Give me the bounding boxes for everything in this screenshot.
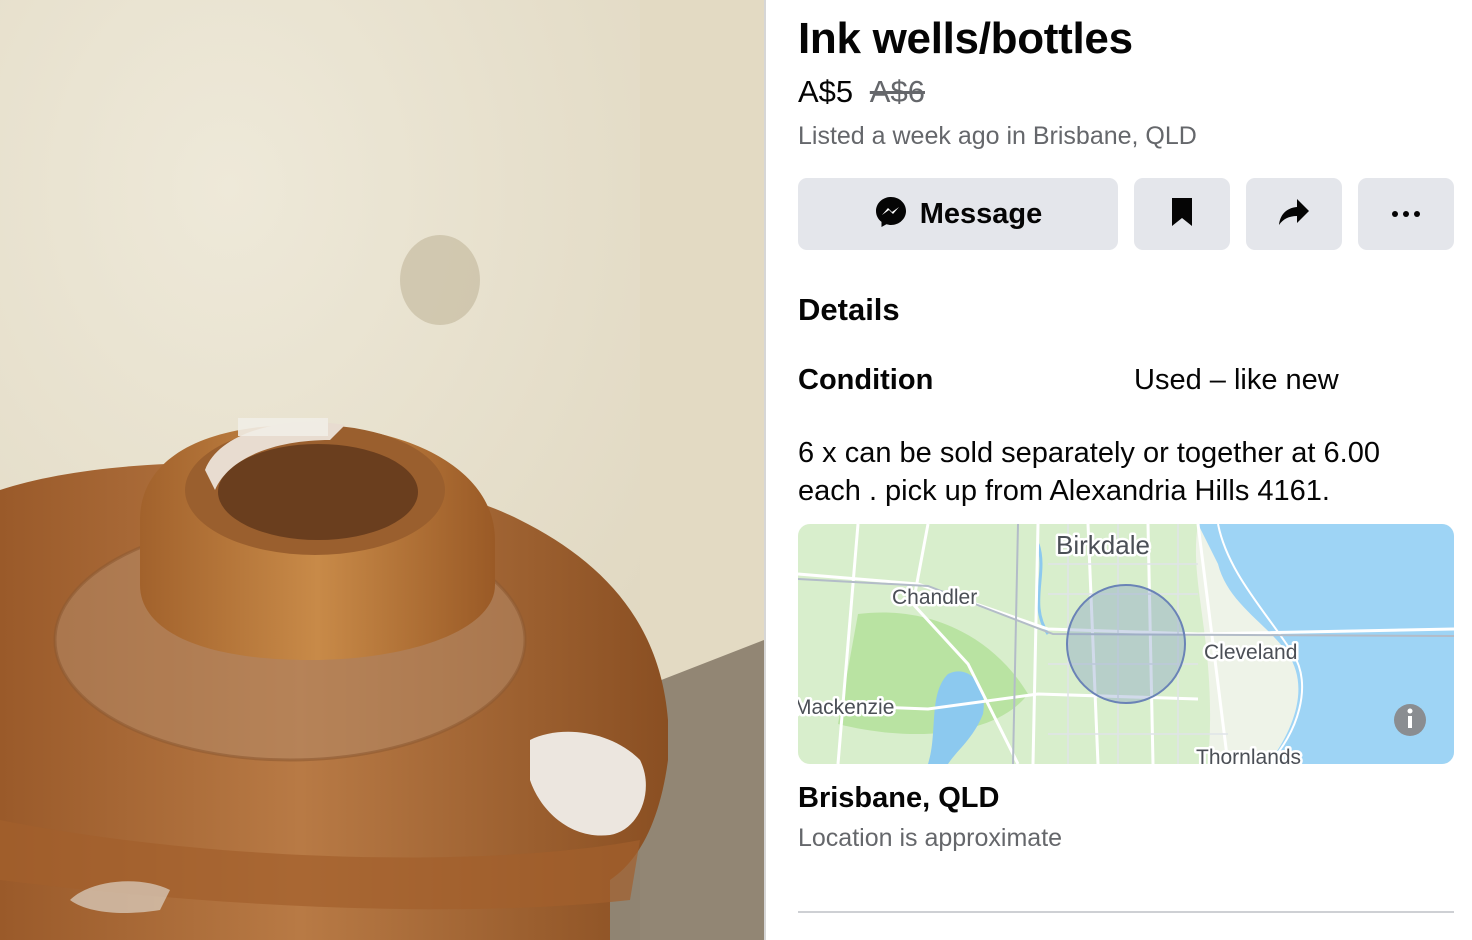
message-label: Message	[919, 197, 1043, 230]
price-row: A$5 A$6	[798, 74, 925, 110]
current-price: A$5	[798, 74, 854, 109]
section-divider	[798, 911, 1454, 913]
location-name: Brisbane, QLD	[798, 782, 1000, 814]
message-button[interactable]: Message	[798, 178, 1118, 250]
messenger-icon	[874, 195, 908, 234]
info-icon[interactable]	[1394, 704, 1426, 736]
bookmark-icon	[1170, 196, 1194, 233]
save-button[interactable]	[1134, 178, 1230, 250]
description-line: each . pick up from Alexandria Hills 416…	[798, 475, 1330, 507]
map-label-cleveland: Cleveland	[1204, 641, 1297, 664]
condition-value: Used – like new	[1134, 364, 1339, 396]
location-note: Location is approximate	[798, 824, 1063, 852]
map-label-mackenzie: Mackenzie	[798, 696, 894, 719]
more-dots-icon	[1391, 205, 1421, 223]
map-graphic: Birkdale Chandler Cleveland Mackenzie Th…	[798, 524, 1454, 764]
listing-details-panel: Ink wells/bottles A$5 A$6 Listed a week …	[798, 0, 1454, 940]
more-options-button[interactable]	[1358, 178, 1454, 250]
details-heading: Details	[798, 292, 900, 327]
panel-divider	[764, 0, 766, 940]
description-line: 6 x can be sold separately or together a…	[798, 437, 1380, 469]
map-label-chandler: Chandler	[892, 586, 977, 609]
condition-label: Condition	[798, 364, 934, 396]
listing-description: 6 x can be sold separately or together a…	[798, 434, 1454, 510]
listed-info: Listed a week ago in Brisbane, QLD	[798, 122, 1197, 150]
share-button[interactable]	[1246, 178, 1342, 250]
map-label-birkdale: Birkdale	[1056, 530, 1150, 560]
location-map[interactable]: Birkdale Chandler Cleveland Mackenzie Th…	[798, 524, 1454, 764]
original-price: A$6	[869, 74, 925, 109]
listing-photo[interactable]	[0, 0, 764, 940]
listing-title: Ink wells/bottles	[798, 14, 1133, 63]
ink-bottle-image	[0, 0, 764, 940]
share-arrow-icon	[1277, 197, 1311, 232]
map-label-thornlands: Thornlands	[1196, 746, 1301, 764]
